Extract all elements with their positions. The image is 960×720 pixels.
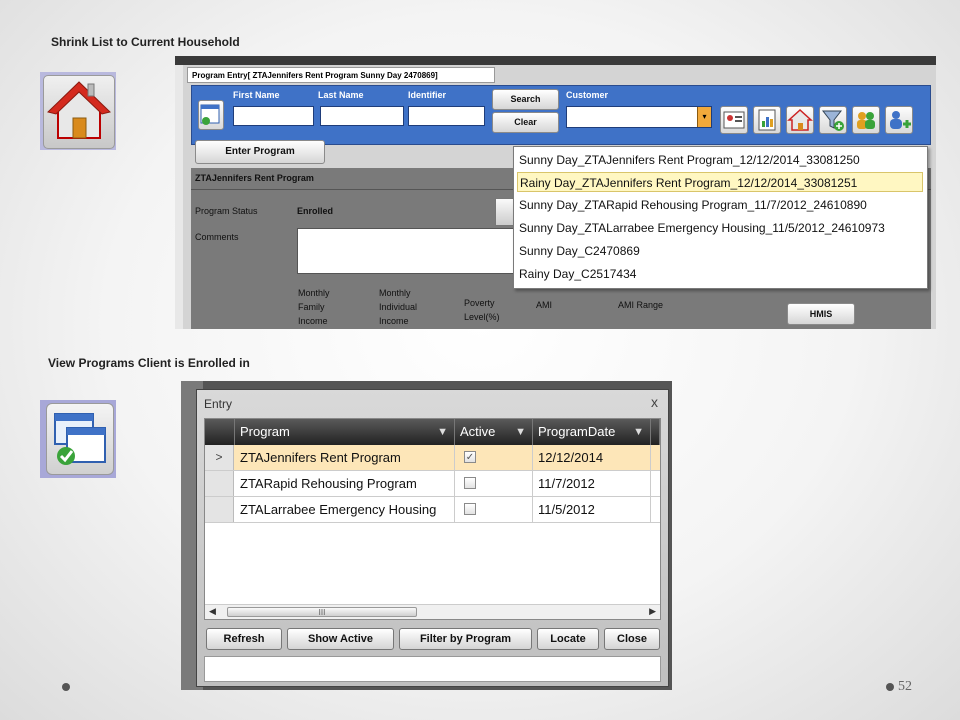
report-icon[interactable]: [753, 106, 781, 134]
home-icon[interactable]: [786, 106, 814, 134]
scroll-left-icon[interactable]: ◀: [209, 606, 216, 617]
table-row[interactable]: > ZTAJennifers Rent Program ✓ 12/12/2014: [205, 445, 660, 471]
program-cell[interactable]: ZTALarrabee Emergency Housing: [235, 497, 455, 522]
active-checkbox[interactable]: [464, 503, 476, 515]
last-name-label: Last Name: [318, 90, 364, 100]
horizontal-scrollbar[interactable]: ◀ III ▶: [205, 604, 660, 619]
page-number: 52: [898, 679, 912, 694]
heading-view-programs: View Programs Client is Enrolled in: [48, 356, 250, 370]
filter-by-program-button[interactable]: Filter by Program: [399, 628, 532, 650]
dropdown-item[interactable]: Sunny Day_ZTALarrabee Emergency Housing_…: [517, 218, 923, 238]
active-cell[interactable]: [455, 497, 533, 522]
home-icon: [40, 72, 116, 150]
decor-dot-left: [62, 683, 70, 691]
section-title: ZTAJennifers Rent Program: [195, 173, 314, 183]
dialog-title: Entry: [204, 397, 233, 411]
dropdown-item[interactable]: Sunny Day_ZTAJennifers Rent Program_12/1…: [517, 150, 923, 170]
chevron-down-icon[interactable]: ▾: [697, 107, 711, 127]
close-button[interactable]: Close: [604, 628, 660, 650]
table-row[interactable]: ZTARapid Rehousing Program 11/7/2012: [205, 471, 660, 497]
clear-button[interactable]: Clear: [492, 112, 559, 133]
programs-grid: Program ▼ Active ▼ ProgramDate ▼ > ZTAJenni…: [204, 418, 661, 620]
poverty-level-header: Poverty Level(%): [464, 298, 500, 322]
decor-dot-right: [886, 683, 894, 691]
hmis-button[interactable]: HMIS: [787, 303, 855, 325]
dialog-footer-area: [204, 656, 661, 682]
filter-icon[interactable]: ▼: [437, 419, 448, 445]
program-status-value: Enrolled: [297, 206, 334, 216]
program-cell[interactable]: ZTAJennifers Rent Program: [235, 445, 455, 470]
heading-shrink-list: Shrink List to Current Household: [51, 35, 240, 49]
program-status-label: Program Status: [195, 206, 258, 216]
close-icon[interactable]: x: [651, 394, 658, 410]
left-strip: [175, 65, 183, 329]
id-card-icon[interactable]: [720, 106, 748, 134]
date-cell[interactable]: 12/12/2014: [533, 445, 651, 470]
column-header-program[interactable]: Program ▼: [235, 419, 455, 445]
scroll-thumb[interactable]: III: [227, 607, 417, 617]
ami-header: AMI: [536, 300, 553, 310]
search-toolbar: First Name Last Name Identifier Search C…: [191, 85, 931, 145]
row-header-column: [205, 419, 235, 445]
title-bar: [175, 56, 936, 65]
active-cell[interactable]: [455, 471, 533, 496]
first-name-label: First Name: [233, 90, 280, 100]
filter-icon[interactable]: [819, 106, 847, 134]
dropdown-item[interactable]: Sunny Day_C2470869: [517, 241, 923, 261]
date-cell[interactable]: 11/7/2012: [533, 471, 651, 496]
program-cell[interactable]: ZTARapid Rehousing Program: [235, 471, 455, 496]
last-name-input[interactable]: [320, 106, 404, 126]
first-name-input[interactable]: [233, 106, 314, 126]
identifier-label: Identifier: [408, 90, 447, 100]
monthly-family-income-header: Monthly Family Income: [298, 288, 330, 326]
table-row[interactable]: ZTALarrabee Emergency Housing 11/5/2012: [205, 497, 660, 523]
row-selector-icon[interactable]: >: [205, 445, 234, 470]
dropdown-item[interactable]: Sunny Day_ZTARapid Rehousing Program_11/…: [517, 195, 923, 215]
entry-dialog: Entry x Program ▼ Active ▼ ProgramDate ▼ > …: [196, 389, 669, 687]
ami-range-header: AMI Range: [618, 300, 664, 310]
row-selector[interactable]: [205, 471, 234, 496]
active-checkbox[interactable]: ✓: [464, 451, 476, 463]
locate-button[interactable]: Locate: [537, 628, 599, 650]
program-window-icon[interactable]: [198, 100, 224, 130]
entry-dialog-screenshot: Entry x Program ▼ Active ▼ ProgramDate ▼ > …: [181, 381, 672, 690]
active-cell[interactable]: ✓: [455, 445, 533, 470]
comments-textarea[interactable]: [297, 228, 519, 274]
comments-label: Comments: [195, 232, 239, 242]
date-cell[interactable]: 11/5/2012: [533, 497, 651, 522]
refresh-button[interactable]: Refresh: [206, 628, 282, 650]
program-window-icon: [40, 400, 116, 478]
dropdown-item[interactable]: Rainy Day_C2517434: [517, 264, 923, 284]
dropdown-item-selected[interactable]: Rainy Day_ZTAJennifers Rent Program_12/1…: [517, 172, 923, 192]
add-person-icon[interactable]: [885, 106, 913, 134]
monthly-individual-income-header: Monthly Individual Income: [379, 288, 418, 326]
row-selector[interactable]: [205, 497, 234, 522]
show-active-button[interactable]: Show Active: [287, 628, 394, 650]
enter-program-button[interactable]: Enter Program: [195, 140, 325, 164]
filter-icon[interactable]: ▼: [515, 419, 526, 445]
tab-program-entry[interactable]: Program Entry[ ZTAJennifers Rent Program…: [187, 67, 495, 83]
scroll-right-icon[interactable]: ▶: [649, 606, 656, 617]
customer-label: Customer: [566, 90, 609, 100]
column-header-program-date[interactable]: ProgramDate ▼: [533, 419, 651, 445]
column-header-active[interactable]: Active ▼: [455, 419, 533, 445]
filter-icon[interactable]: ▼: [633, 419, 644, 445]
search-button[interactable]: Search: [492, 89, 559, 110]
header-filler: [651, 419, 660, 445]
group-icon[interactable]: [852, 106, 880, 134]
active-checkbox[interactable]: [464, 477, 476, 489]
customer-dropdown-list[interactable]: Sunny Day_ZTAJennifers Rent Program_12/1…: [513, 146, 928, 289]
identifier-input[interactable]: [408, 106, 485, 126]
customer-select[interactable]: ▾: [566, 106, 712, 128]
